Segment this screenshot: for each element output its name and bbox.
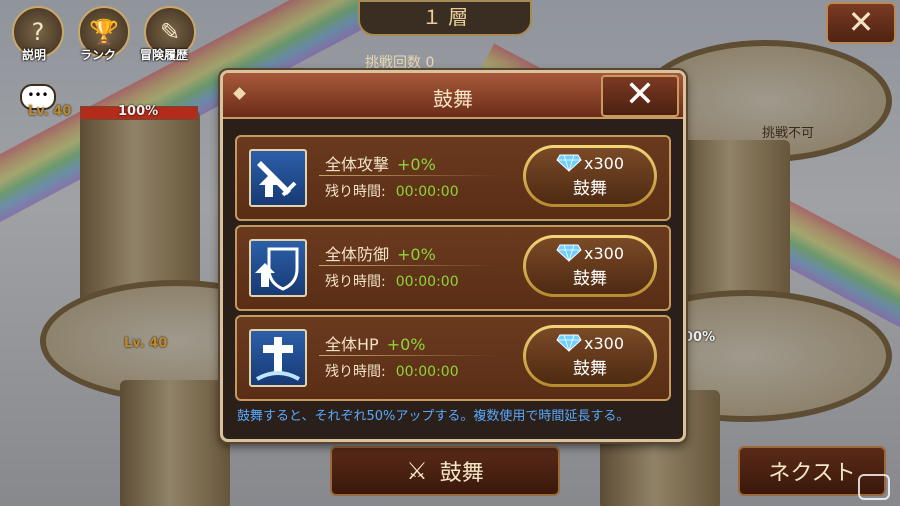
next-label: ネクスト — [768, 461, 856, 486]
buff-name: 全体防御 +0% — [325, 241, 436, 265]
timer-value: 00:00:00 — [395, 364, 459, 380]
gem-icon — [556, 154, 582, 172]
timer-label: 残り時間: — [325, 184, 386, 200]
encourage-bottom-button[interactable]: ⚔ 鼓舞 — [330, 446, 560, 496]
dialog-header: 鼓舞 ✕ — [223, 73, 683, 119]
gem-icon — [556, 334, 582, 352]
encourage-defense-button[interactable]: x300 鼓舞 — [523, 235, 657, 297]
quill-icon: ✎ — [159, 18, 181, 46]
cross-icon — [249, 329, 307, 387]
gem-cost-value: x300 — [583, 243, 624, 263]
buff-name: 全体HP +0% — [325, 331, 425, 355]
divider — [319, 265, 499, 266]
help-label: 説明 — [22, 48, 47, 62]
buff-bonus: +0% — [397, 155, 436, 174]
buff-timer: 残り時間: 00:00:00 — [325, 271, 459, 291]
timer-value: 00:00:00 — [395, 274, 459, 290]
buff-name: 全体攻撃 +0% — [325, 151, 436, 175]
history-label: 冒険履歴 — [140, 48, 189, 62]
encourage-bottom-label: 鼓舞 — [439, 461, 484, 486]
encourage-attack-button[interactable]: x300 鼓舞 — [523, 145, 657, 207]
buff-row-hp: 全体HP +0% 残り時間: 00:00:00 x300 鼓舞 — [235, 315, 671, 401]
buff-row-defense: 全体防御 +0% 残り時間: 00:00:00 x300 鼓舞 — [235, 225, 671, 311]
buff-bonus: +0% — [397, 245, 436, 264]
close-icon: ✕ — [624, 74, 656, 115]
watermark-logo — [858, 474, 890, 500]
challenge-count: 挑戦回数 0 — [365, 55, 435, 71]
gem-cost-value: x300 — [583, 153, 624, 173]
buff-row-attack: 全体攻撃 +0% 残り時間: 00:00:00 x300 鼓舞 — [235, 135, 671, 221]
buff-timer: 残り時間: 00:00:00 — [325, 181, 459, 201]
timer-label: 残り時間: — [325, 364, 386, 380]
button-face: x300 鼓舞 — [526, 238, 654, 294]
gem-cost: x300 — [556, 154, 624, 173]
timer-value: 00:00:00 — [395, 184, 459, 200]
help-icon: ? — [31, 18, 45, 46]
player-hp-percent: 100% — [118, 104, 159, 119]
player-level: Lv. 40 — [28, 104, 72, 119]
gem-cost: x300 — [556, 334, 624, 353]
floor-indicator: １ 層 — [358, 0, 532, 36]
divider — [319, 175, 499, 176]
no-challenge-label: 挑戦不可 — [762, 126, 815, 141]
buff-timer: 残り時間: 00:00:00 — [325, 361, 459, 381]
close-screen-button[interactable]: ✕ — [826, 2, 896, 44]
enemy-hp-percent: 00% — [684, 330, 716, 345]
button-face: x300 鼓舞 — [526, 148, 654, 204]
button-face: x300 鼓舞 — [526, 328, 654, 384]
trophy-icon: 🏆 — [89, 18, 119, 46]
buff-bonus: +0% — [386, 335, 426, 354]
buff-name-text: 全体防御 — [325, 245, 390, 264]
encourage-button-label: 鼓舞 — [573, 178, 607, 199]
crossed-swords-icon: ⚔ — [406, 457, 428, 485]
divider — [319, 355, 499, 356]
shield-icon — [249, 239, 307, 297]
rank-label: ランク — [80, 48, 117, 62]
close-icon: ✕ — [847, 3, 875, 41]
chat-icon: ••• — [27, 88, 49, 102]
gem-cost-value: x300 — [583, 333, 624, 353]
encourage-hp-button[interactable]: x300 鼓舞 — [523, 325, 657, 387]
gem-cost: x300 — [556, 244, 624, 263]
timer-label: 残り時間: — [325, 274, 386, 290]
buff-name-text: 全体HP — [325, 335, 379, 354]
gem-icon — [556, 244, 582, 262]
ally-level: Lv. 40 — [124, 336, 168, 351]
buff-name-text: 全体攻撃 — [325, 155, 390, 174]
encourage-dialog: 鼓舞 ✕ 全体攻撃 +0% 残り時間: 00:00:00 x300 鼓舞 全体防御 +… — [220, 70, 686, 442]
sword-icon — [249, 149, 307, 207]
encourage-button-label: 鼓舞 — [573, 268, 607, 289]
encourage-note: 鼓舞すると、それぞれ50%アップする。複数使用で時間延長する。 — [237, 409, 630, 424]
encourage-button-label: 鼓舞 — [573, 358, 607, 379]
dialog-close-button[interactable]: ✕ — [601, 75, 679, 117]
